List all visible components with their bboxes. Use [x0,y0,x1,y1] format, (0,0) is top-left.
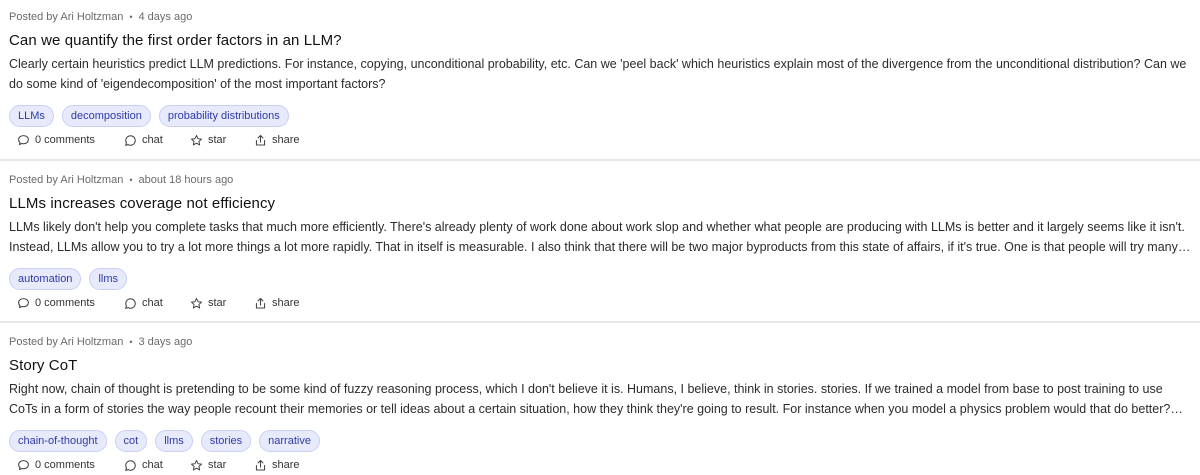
post-actions: 0 comments chat star share [9,130,1192,150]
share-button[interactable]: share [254,134,324,147]
post-author[interactable]: Posted by Ari Holtzman [9,174,123,186]
tag-chip[interactable]: decomposition [61,105,151,127]
share-upload-icon [255,297,266,308]
post-title[interactable]: Can we quantify the first order factors … [9,31,1192,51]
post-time: 4 days ago [138,11,193,23]
tag-chip[interactable]: llms [89,268,127,290]
post-meta: Posted by Ari Holtzman • 3 days ago [9,335,1192,349]
comments-label: 0 comments [35,297,95,309]
star-label: star [208,134,227,146]
tag-list: automation llms [9,268,1192,290]
comment-bubble-icon [18,297,29,308]
post-title[interactable]: LLMs increases coverage not efficiency [9,194,1192,214]
share-label: share [272,297,300,309]
chat-label: chat [142,134,163,146]
chat-bubble-icon [125,297,136,309]
star-icon [190,297,203,308]
tag-chip[interactable]: cot [114,430,148,452]
star-label: star [208,459,227,471]
star-icon [190,459,203,470]
star-label: star [208,297,227,309]
chat-bubble-icon [125,134,136,146]
chat-button[interactable]: chat [124,459,190,472]
comments-label: 0 comments [35,459,95,471]
post-time: 3 days ago [138,336,193,348]
comment-bubble-icon [18,134,29,145]
comment-bubble-icon [18,459,29,470]
post-actions: 0 comments chat star share [9,455,1192,475]
post-meta: Posted by Ari Holtzman • about 18 hours … [9,173,1192,187]
share-upload-icon [255,134,266,145]
star-button[interactable]: star [190,459,254,472]
post-time: about 18 hours ago [138,174,234,186]
tag-list: chain-of-thought cot llms stories narrat… [9,430,1192,452]
post-author[interactable]: Posted by Ari Holtzman [9,336,123,348]
star-icon [190,134,203,145]
chat-label: chat [142,297,163,309]
meta-separator: • [129,175,133,185]
meta-separator: • [129,337,133,347]
tag-chip[interactable]: narrative [259,430,320,452]
tag-chip[interactable]: llms [155,430,193,452]
comments-button[interactable]: 0 comments [17,134,124,147]
comments-button[interactable]: 0 comments [17,459,124,472]
share-button[interactable]: share [254,297,324,310]
post-card: Posted by Ari Holtzman • 3 days ago Stor… [0,323,1200,475]
share-button[interactable]: share [254,459,324,472]
post-body: Clearly certain heuristics predict LLM p… [9,57,1187,91]
post-card: Posted by Ari Holtzman • 4 days ago Can … [0,0,1200,161]
post-title[interactable]: Story CoT [9,356,1192,376]
chat-button[interactable]: chat [124,134,190,147]
tag-chip[interactable]: LLMs [9,105,54,127]
share-label: share [272,459,300,471]
chat-button[interactable]: chat [124,297,190,310]
star-button[interactable]: star [190,297,254,310]
meta-separator: • [129,12,133,22]
tag-chip[interactable]: probability distributions [158,105,289,127]
post-meta: Posted by Ari Holtzman • 4 days ago [9,10,1192,24]
tag-chip[interactable]: automation [9,268,82,290]
tag-chip[interactable]: stories [200,430,252,452]
post-actions: 0 comments chat star share [9,293,1192,313]
chat-label: chat [142,459,163,471]
post-body: LLMs likely don't help you complete task… [9,220,1191,254]
share-upload-icon [255,459,266,470]
tag-list: LLMs decomposition probability distribut… [9,105,1192,127]
post-author[interactable]: Posted by Ari Holtzman [9,11,123,23]
chat-bubble-icon [125,459,136,471]
post-feed: Posted by Ari Holtzman • 4 days ago Can … [0,0,1200,475]
star-button[interactable]: star [190,134,254,147]
comments-button[interactable]: 0 comments [17,297,124,310]
comments-label: 0 comments [35,134,95,146]
tag-chip[interactable]: chain-of-thought [9,430,107,452]
post-body: Right now, chain of thought is pretendin… [9,382,1183,416]
share-label: share [272,134,300,146]
post-card: Posted by Ari Holtzman • about 18 hours … [0,161,1200,323]
